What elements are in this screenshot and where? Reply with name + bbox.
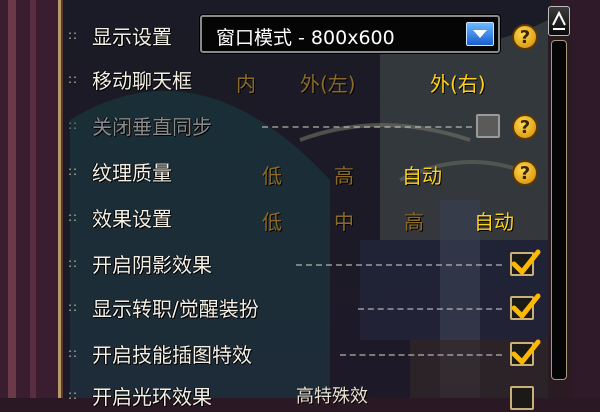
chat-frame-label: 移动聊天框	[92, 68, 192, 93]
help-icon[interactable]: ?	[512, 114, 538, 140]
shadow-label: 开启阴影效果	[92, 252, 212, 277]
row-divider	[340, 354, 502, 356]
dropdown-arrow-icon[interactable]	[466, 22, 494, 46]
drag-grip-icon: ::	[68, 346, 79, 360]
job-costume-label: 显示转职/觉醒装扮	[92, 296, 259, 321]
scroll-track[interactable]	[551, 40, 567, 380]
chat-frame-option-outer-left[interactable]: 外(左)	[300, 68, 356, 97]
arrow-up-icon	[552, 10, 566, 30]
effects-option-medium[interactable]: 中	[334, 206, 354, 235]
texture-option-high[interactable]: 高	[334, 160, 354, 189]
drag-grip-icon: ::	[68, 210, 79, 224]
texture-option-auto[interactable]: 自动	[402, 160, 442, 189]
vsync-checkbox[interactable]	[476, 114, 500, 138]
skill-cutin-checkbox[interactable]	[510, 339, 541, 366]
texture-option-low[interactable]: 低	[262, 160, 282, 189]
halo-partial-text: 高特殊效	[296, 386, 368, 407]
row-shadow: :: 开启阴影效果	[68, 246, 548, 280]
help-icon[interactable]: ?	[512, 24, 538, 50]
chat-frame-option-inner[interactable]: 内	[236, 68, 256, 97]
effects-option-high[interactable]: 高	[404, 206, 424, 235]
display-mode-value: 窗口模式 - 800x600	[216, 27, 395, 49]
row-divider	[262, 126, 472, 128]
row-skill-cutin: :: 开启技能插图特效	[68, 336, 548, 370]
row-job-costume: :: 显示转职/觉醒装扮	[68, 290, 548, 324]
shadow-checkbox[interactable]	[510, 249, 541, 276]
drag-grip-icon: ::	[68, 388, 79, 402]
row-divider	[296, 264, 502, 266]
display-mode-select[interactable]: 窗口模式 - 800x600	[200, 15, 500, 53]
texture-quality-label: 纹理质量	[92, 160, 172, 185]
scrollbar[interactable]	[548, 6, 572, 398]
drag-grip-icon: ::	[68, 118, 79, 132]
display-settings-label: 显示设置	[92, 24, 172, 49]
row-divider	[358, 308, 502, 310]
chat-frame-option-outer-right[interactable]: 外(右)	[430, 68, 486, 97]
drag-grip-icon: ::	[68, 72, 79, 86]
drag-grip-icon: ::	[68, 300, 79, 314]
row-texture-quality: :: 纹理质量	[68, 154, 548, 188]
halo-checkbox[interactable]	[510, 386, 534, 410]
check-mark-icon	[511, 339, 541, 365]
effects-option-low[interactable]: 低	[262, 206, 282, 235]
skill-cutin-label: 开启技能插图特效	[92, 342, 252, 367]
drag-grip-icon: ::	[68, 164, 79, 178]
drag-grip-icon: ::	[68, 256, 79, 270]
drag-grip-icon: ::	[68, 28, 79, 42]
effects-label: 效果设置	[92, 206, 172, 231]
vsync-label: 关闭垂直同步	[92, 114, 212, 139]
check-mark-icon	[511, 293, 541, 319]
job-costume-checkbox[interactable]	[510, 293, 541, 320]
help-icon[interactable]: ?	[512, 160, 538, 186]
check-mark-icon	[511, 249, 541, 275]
halo-label: 开启光环效果	[92, 384, 212, 409]
effects-option-auto[interactable]: 自动	[474, 206, 514, 235]
scroll-up-button[interactable]	[548, 6, 570, 36]
